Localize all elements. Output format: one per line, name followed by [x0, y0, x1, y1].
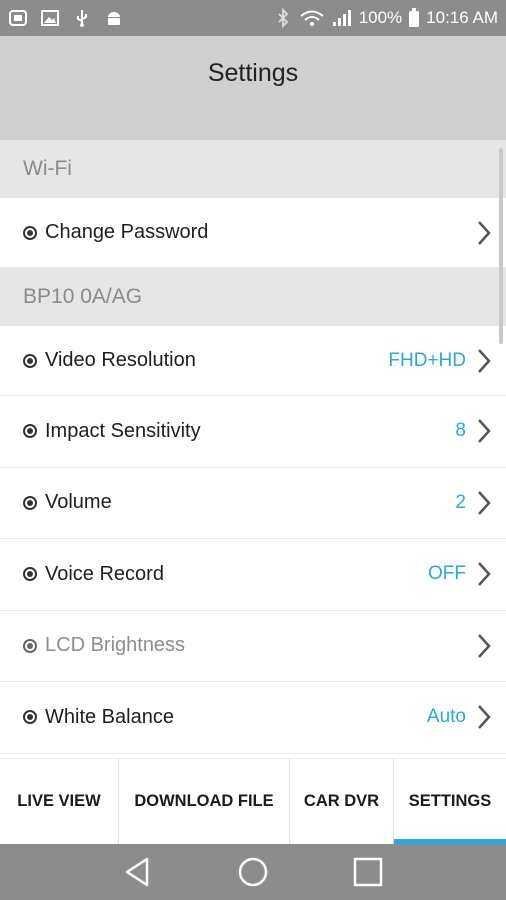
bullet-icon	[23, 710, 37, 725]
settings-row-white-balance[interactable]: White Balance Auto	[0, 682, 506, 754]
tab-car-dvr[interactable]: CAR DVR	[290, 759, 394, 844]
page-title: Settings	[207, 58, 299, 87]
bullet-icon	[23, 495, 37, 510]
row-label: LCD Brightness	[45, 634, 186, 657]
row-label: Change Password	[45, 221, 209, 243]
settings-row-voice-record[interactable]: Voice Record OFF	[0, 539, 506, 611]
settings-row-impact-sensitivity[interactable]: Impact Sensitivity 8	[0, 396, 506, 468]
chevron-right-icon	[476, 703, 492, 731]
bullet-icon	[23, 353, 37, 368]
wifi-icon	[299, 8, 325, 28]
chevron-right-icon	[476, 347, 492, 375]
chevron-right-icon	[476, 417, 492, 445]
bluetooth-icon	[273, 8, 293, 28]
status-left-icons	[8, 8, 124, 28]
settings-row-video-resolution[interactable]: Video Resolution FHD+HD	[0, 326, 506, 396]
section-header-device: BP10 0A/AG	[0, 268, 506, 326]
bullet-icon	[23, 424, 37, 439]
battery-icon	[408, 8, 420, 28]
row-value: Auto	[426, 706, 466, 728]
settings-row-change-password[interactable]: Change Password	[0, 198, 506, 268]
system-nav-bar	[0, 844, 506, 900]
tab-settings[interactable]: SETTINGS	[394, 759, 506, 844]
chevron-right-icon	[476, 560, 492, 588]
android-icon	[104, 8, 124, 28]
settings-row-volume[interactable]: Volume 2	[0, 467, 506, 539]
row-value: 8	[455, 420, 466, 442]
tab-download-file[interactable]: DOWNLOAD FILE	[119, 759, 290, 844]
status-time: 10:16 AM	[426, 8, 498, 27]
row-value: 2	[455, 491, 466, 513]
signal-icon	[331, 8, 353, 28]
chevron-right-icon	[476, 219, 492, 247]
status-bar: 100% 10:16 AM	[0, 0, 506, 36]
row-label: Video Resolution	[45, 349, 196, 371]
section-header-wifi: Wi-Fi	[0, 140, 506, 198]
status-right-icons: 100% 10:16 AM	[273, 8, 498, 28]
chevron-right-icon	[476, 632, 492, 660]
row-label: White Balance	[45, 705, 174, 728]
row-value: OFF	[428, 563, 466, 585]
bullet-icon	[23, 638, 37, 653]
row-label: Volume	[45, 491, 112, 514]
battery-percent: 100%	[358, 8, 403, 27]
row-value: FHD+HD	[388, 349, 466, 371]
bullet-icon	[23, 567, 37, 582]
bottom-tab-bar: LIVE VIEW DOWNLOAD FILE CAR DVR SETTINGS	[0, 758, 506, 844]
settings-row-lcd-brightness[interactable]: LCD Brightness	[0, 610, 506, 682]
app-icon	[8, 8, 28, 28]
chevron-right-icon	[476, 489, 492, 517]
tab-live-view[interactable]: LIVE VIEW	[0, 759, 119, 844]
home-icon[interactable]	[236, 855, 270, 889]
image-icon	[40, 8, 60, 28]
back-icon[interactable]	[121, 855, 155, 889]
recents-icon[interactable]	[351, 855, 385, 889]
usb-icon	[72, 8, 92, 28]
row-label: Impact Sensitivity	[45, 419, 201, 442]
settings-list[interactable]: Wi-Fi Change Password BP10 0A/AG Video R…	[0, 140, 506, 758]
row-label: Voice Record	[45, 562, 164, 585]
list-scrollbar[interactable]	[499, 148, 503, 344]
app-header: Settings	[0, 36, 506, 140]
bullet-icon	[23, 225, 37, 240]
